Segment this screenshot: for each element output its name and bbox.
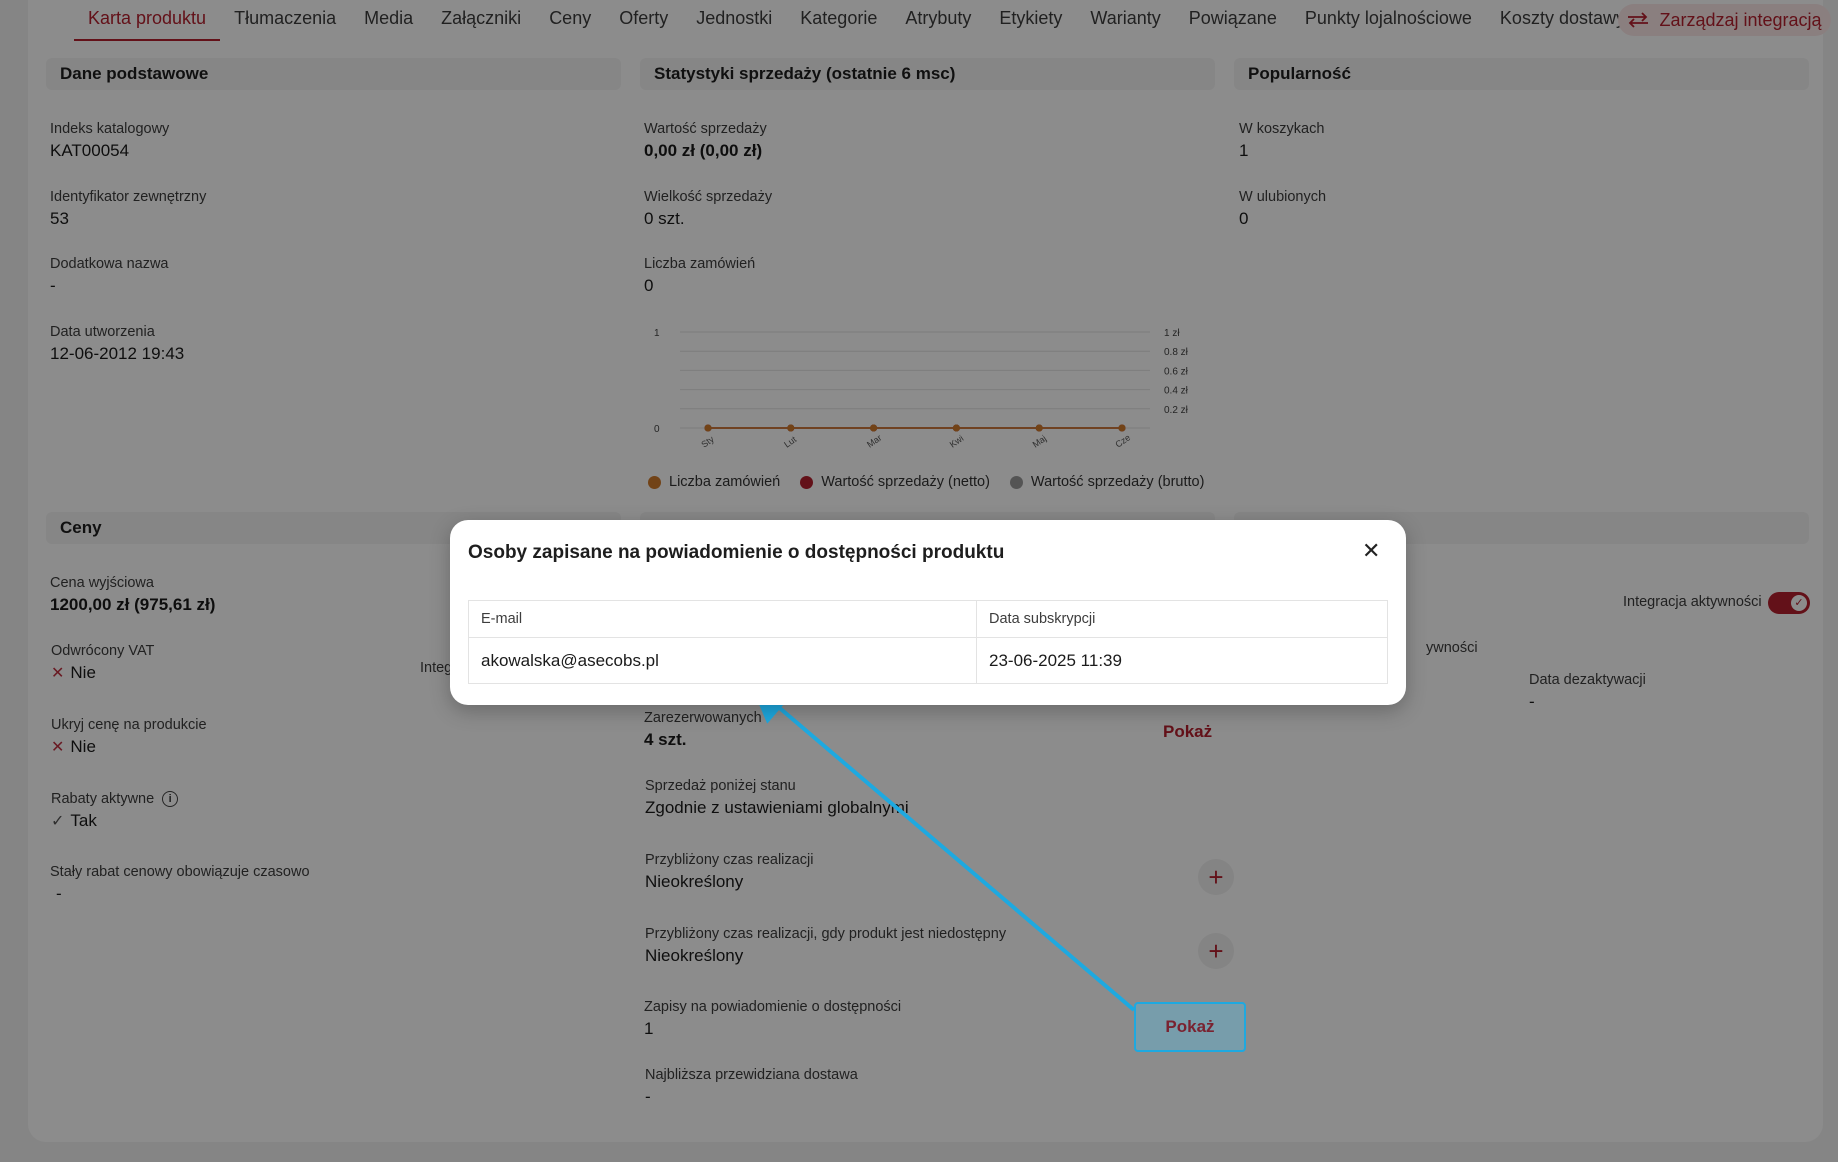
column-header-email: E-mail — [468, 600, 977, 638]
cell-email: akowalska@asecobs.pl — [468, 637, 977, 684]
notify-signups-modal: Osoby zapisane na powiadomienie o dostęp… — [450, 520, 1406, 705]
table-row: akowalska@asecobs.pl 23-06-2025 11:39 — [468, 637, 1388, 684]
show-notify-signups-button[interactable]: Pokaż — [1134, 1002, 1246, 1052]
column-header-date: Data subskrypcji — [976, 600, 1388, 638]
page: Karta produktu Tłumaczenia Media Załączniki… — [0, 0, 1838, 1162]
signups-table: E-mail Data subskrypcji akowalska@asecob… — [468, 600, 1388, 684]
cell-date: 23-06-2025 11:39 — [976, 637, 1388, 684]
close-icon[interactable]: ✕ — [1362, 538, 1380, 564]
modal-title: Osoby zapisane na powiadomienie o dostęp… — [468, 542, 1005, 563]
